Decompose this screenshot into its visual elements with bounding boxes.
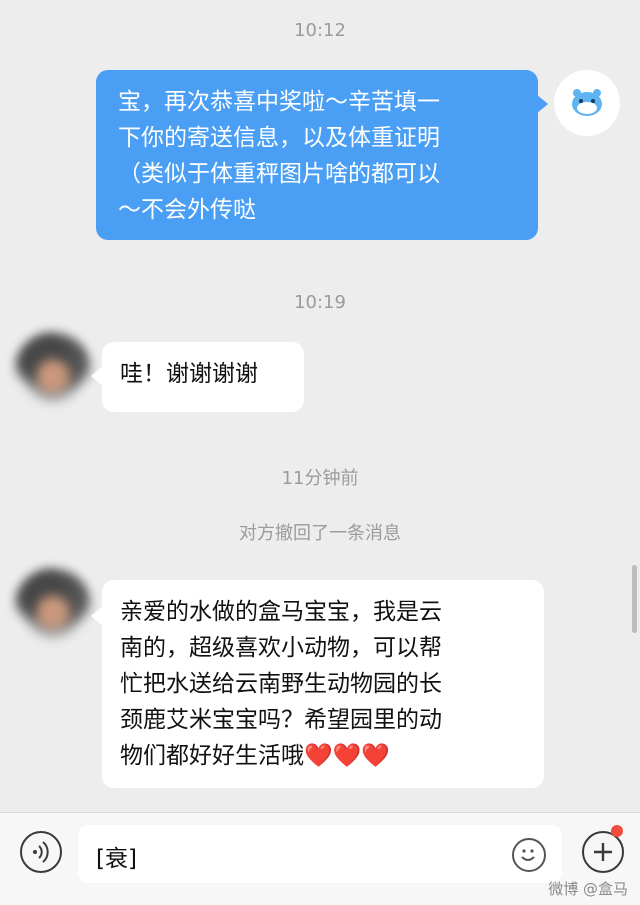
timestamp: 10:19 [294, 292, 346, 313]
message-bubble-incoming[interactable]: 亲爱的水做的盒马宝宝，我是云 南的，超级喜欢小动物，可以帮 忙把水送给云南野生动… [102, 580, 544, 788]
voice-button[interactable] [20, 831, 62, 873]
message-line: 南的，超级喜欢小动物，可以帮 [120, 635, 442, 661]
message-input[interactable]: [衰] [78, 825, 562, 883]
message-line: ～不会外传哒 [118, 197, 256, 223]
message-line: （类似于体重秤图片啥的都可以 [118, 161, 440, 187]
watermark: 微博 @盒马 [548, 880, 628, 898]
message-line: 物们都好好生活哦 [120, 743, 304, 769]
bubble-tail [91, 606, 103, 626]
message-line-with-emoji: 物们都好好生活哦❤️❤️❤️ [120, 738, 526, 774]
message-bubble-outgoing[interactable]: 宝，再次恭喜中奖啦～辛苦填一 下你的寄送信息，以及体重证明 （类似于体重秤图片啥… [96, 70, 538, 240]
message-line: 宝，再次恭喜中奖啦～辛苦填一 [118, 89, 440, 115]
input-bar: [衰] 微博 @盒马 [0, 812, 640, 905]
emoji-icon [521, 849, 535, 861]
bubble-tail [536, 94, 548, 114]
emoji-button[interactable] [512, 838, 546, 872]
more-button[interactable] [582, 831, 624, 873]
scrollbar[interactable] [632, 565, 637, 633]
heart-icon: ❤️❤️❤️ [304, 743, 390, 769]
recall-notice: 对方撤回了一条消息 [239, 523, 401, 544]
message-line: 颈鹿艾米宝宝吗？希望园里的动 [120, 707, 442, 733]
message-line: 下你的寄送信息，以及体重证明 [118, 125, 440, 151]
bubble-tail [91, 366, 103, 386]
message-line: 哇！谢谢谢谢 [120, 361, 258, 387]
message-line: 忙把水送给云南野生动物园的长 [120, 671, 442, 697]
timestamp: 10:12 [294, 20, 346, 41]
contact-avatar[interactable] [14, 568, 92, 648]
notification-dot [611, 825, 623, 837]
message-input-value: [衰] [96, 846, 137, 872]
message-line: 亲爱的水做的盒马宝宝，我是云 [120, 599, 442, 625]
plus-icon [594, 843, 612, 861]
voice-icon [33, 841, 49, 863]
hippo-logo-icon [572, 89, 602, 116]
contact-avatar[interactable] [14, 332, 92, 412]
message-bubble-incoming[interactable]: 哇！谢谢谢谢 [102, 342, 304, 412]
timestamp: 11分钟前 [281, 468, 359, 489]
chat-area: 10:12 宝，再次恭喜中奖啦～辛苦填一 下你的寄送信息，以及体重证明 （类似于… [0, 0, 640, 812]
self-avatar[interactable] [554, 70, 620, 136]
